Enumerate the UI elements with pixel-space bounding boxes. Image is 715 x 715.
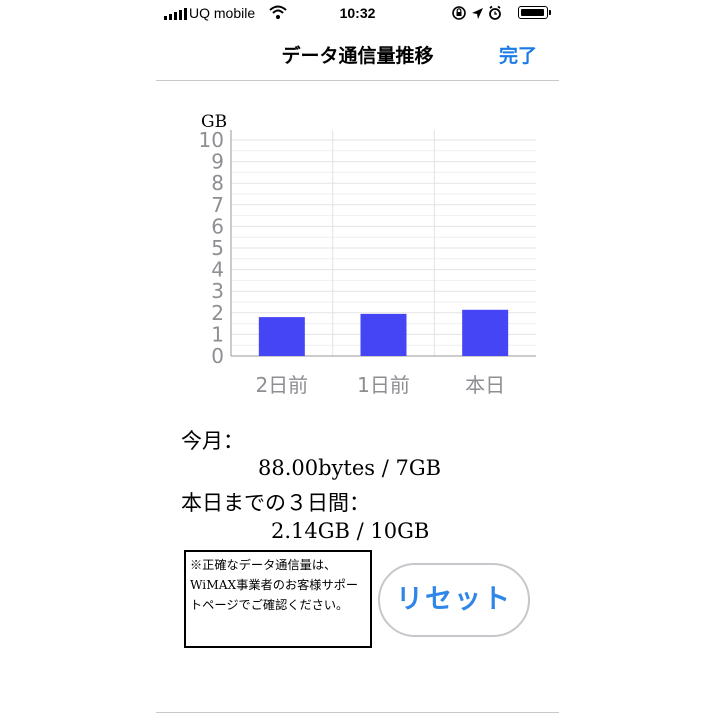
battery-icon (518, 6, 551, 19)
y-tick-label: 9 (211, 150, 224, 174)
y-tick-label: 0 (211, 344, 224, 368)
month-usage-value: 88.00bytes / 7GB (258, 456, 442, 480)
phone-screen: UQ mobile 10:32 データ通信量推移 完了 0 1 2 3 4 5 … (156, 0, 559, 715)
bar (258, 317, 305, 356)
bottom-divider (156, 712, 559, 713)
y-tick-label: 2 (211, 301, 224, 325)
status-bar: UQ mobile 10:32 (156, 0, 559, 28)
x-tick-label: 1日前 (357, 373, 410, 397)
navigation-bar: データ通信量推移 完了 (156, 28, 559, 81)
usage-bar-chart: 012345678910GB2日前 1日前 本日 (199, 112, 536, 397)
reset-button[interactable]: リセット (378, 563, 530, 637)
accuracy-notice: ※正確なデータ通信量は、WiMAX事業者のお客様サポートページでご確認ください。 (184, 550, 372, 648)
x-tick-label: 2日前 (255, 373, 308, 397)
status-icons (452, 5, 501, 20)
y-axis-label: GB (201, 112, 227, 132)
done-button[interactable]: 完了 (499, 41, 537, 68)
y-tick-label: 4 (211, 258, 224, 282)
bar (360, 313, 407, 356)
rotation-lock-icon (452, 6, 466, 20)
month-usage-label: 今月： (181, 429, 244, 453)
y-tick-label: 6 (211, 214, 224, 238)
three-day-usage-value: 2.14GB / 10GB (271, 519, 430, 543)
x-tick-label: 本日 (465, 373, 505, 397)
y-tick-label: 7 (211, 193, 224, 217)
y-tick-label: 1 (211, 322, 224, 346)
location-icon (472, 8, 483, 19)
y-tick-label: 3 (211, 279, 224, 303)
three-day-usage-label: 本日までの３日間： (181, 491, 370, 515)
y-tick-label: 8 (211, 171, 224, 195)
y-tick-label: 5 (211, 236, 224, 260)
bar (462, 309, 509, 356)
alarm-icon (489, 5, 501, 20)
